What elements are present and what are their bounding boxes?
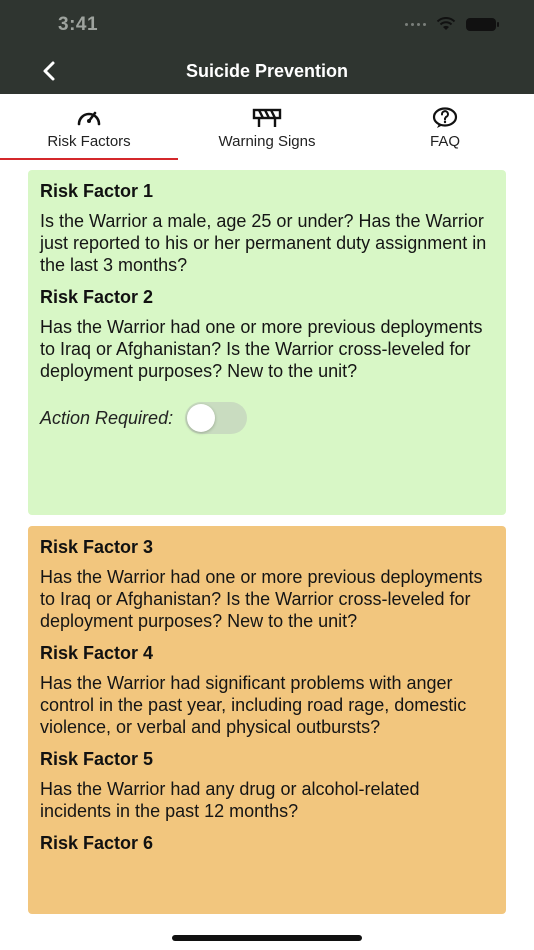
- tab-faq[interactable]: FAQ: [356, 94, 534, 160]
- battery-icon: [466, 17, 499, 31]
- risk-factor-text: Has the Warrior had significant problems…: [40, 673, 467, 737]
- action-required-label: Action Required:: [40, 407, 174, 428]
- wifi-icon: [436, 17, 456, 30]
- risk-factor-title: Risk Factor 2: [40, 287, 154, 307]
- barrier-icon: [252, 107, 282, 129]
- signal-icon: [405, 22, 426, 26]
- question-bubble-icon: [431, 107, 459, 129]
- tab-label: Warning Signs: [218, 133, 316, 150]
- risk-factor-title: Risk Factor 5: [40, 749, 154, 769]
- gauge-icon: [75, 107, 103, 129]
- risk-card-orange: Risk Factor 3 Has the Warrior had one or…: [28, 526, 506, 914]
- tab-warning-signs[interactable]: Warning Signs: [178, 94, 356, 160]
- status-time: 3:41: [58, 14, 99, 35]
- risk-card-green: Risk Factor 1 Is the Warrior a male, age…: [28, 170, 506, 515]
- risk-factor-text: Has the Warrior had one or more previous…: [40, 567, 483, 631]
- risk-factor-title: Risk Factor 3: [40, 537, 154, 557]
- action-required-toggle[interactable]: [185, 402, 248, 434]
- risk-factor-title: Risk Factor 4: [40, 643, 154, 663]
- status-icons: [405, 17, 499, 31]
- risk-factor-title: Risk Factor 1: [40, 181, 154, 201]
- risk-factor-title: Risk Factor 6: [40, 833, 154, 853]
- home-indicator[interactable]: [172, 935, 362, 941]
- action-required-row: Action Required:: [40, 402, 494, 434]
- tab-bar: Risk Factors Warning Signs FAQ: [0, 94, 534, 160]
- tab-label: FAQ: [429, 133, 460, 150]
- risk-factor-text: Has the Warrior had one or more previous…: [40, 317, 483, 381]
- tab-risk-factors[interactable]: Risk Factors: [0, 94, 178, 160]
- tab-label: Risk Factors: [47, 133, 131, 150]
- risk-factor-text: Has the Warrior had any drug or alcohol-…: [40, 779, 420, 821]
- risk-factor-text: Is the Warrior a male, age 25 or under? …: [40, 211, 487, 275]
- header: 3:41 Suicide Prevention: [0, 0, 534, 94]
- page-title: Suicide Prevention: [185, 61, 349, 81]
- toggle-knob: [187, 404, 216, 432]
